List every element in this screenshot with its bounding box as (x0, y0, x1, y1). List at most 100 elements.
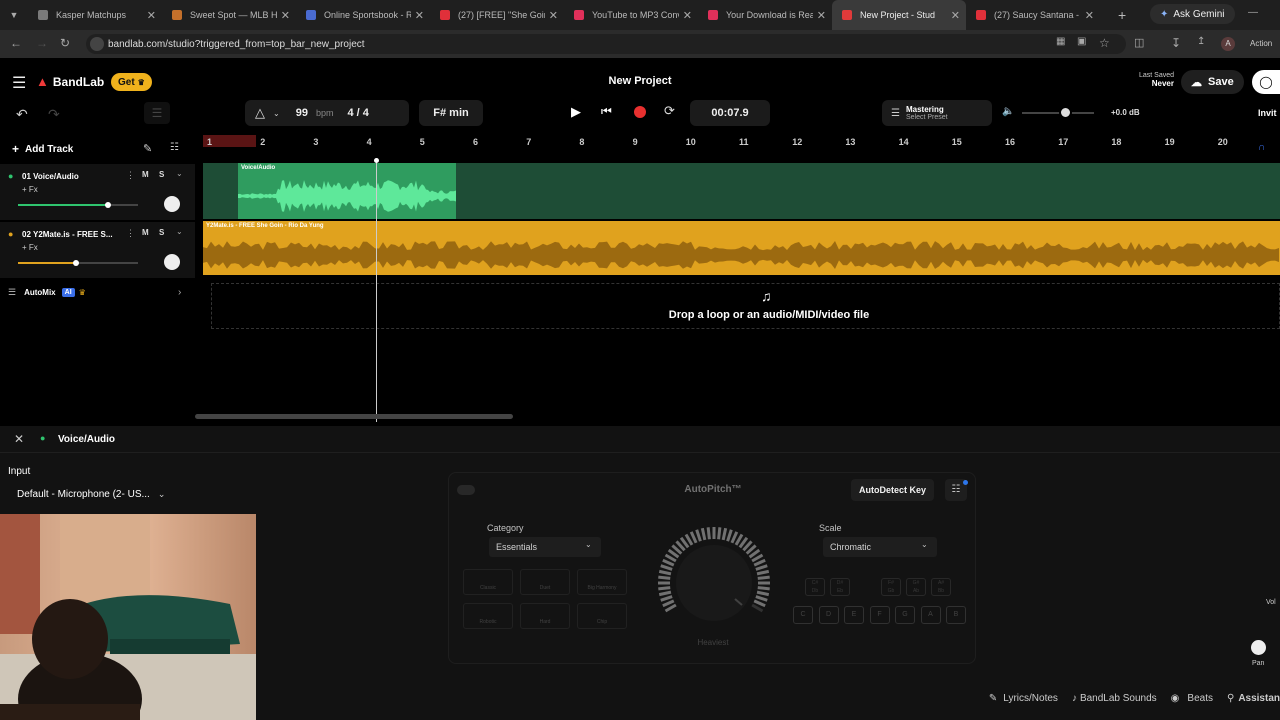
bandlab-logo[interactable]: ▲ BandLab (36, 74, 104, 89)
return-to-start-button[interactable]: ⏮ (601, 104, 612, 119)
audio-clip-voice[interactable]: Voice/Audio (238, 163, 456, 219)
scale-key-button[interactable]: D (818, 606, 839, 624)
drop-zone[interactable]: ♫ Drop a loop or an audio/MIDI/video fil… (211, 283, 1280, 329)
download-icon[interactable]: ↧ (1171, 36, 1181, 50)
scale-dropdown[interactable]: Chromatic ⌄ (823, 537, 937, 557)
metronome-dropdown-icon[interactable]: ⌄ (273, 109, 280, 118)
loop-button[interactable]: ⟳ (664, 103, 675, 119)
volume-knob[interactable] (105, 202, 111, 208)
horizontal-scrollbar[interactable] (195, 414, 513, 419)
scale-key-button[interactable]: F (869, 606, 890, 624)
tab-close-icon[interactable]: ✕ (951, 9, 960, 22)
share-icon[interactable]: ↥ (1197, 36, 1205, 47)
action-menu-label[interactable]: Action (1250, 39, 1272, 48)
browser-tab[interactable]: Online Sportsbook - R ✕ (296, 0, 430, 30)
browser-tab[interactable]: (27) Saucy Santana - (✕ (966, 0, 1100, 30)
pan-knob[interactable] (164, 254, 180, 270)
scale-sharp-key-button[interactable]: C# Db (805, 578, 825, 596)
track-menu-icon[interactable]: ⋮ (126, 170, 135, 181)
redo-icon[interactable]: ↷ (48, 106, 60, 123)
time-signature[interactable]: 4 / 4 (347, 107, 368, 119)
browser-tab[interactable]: Sweet Spot — MLB Hi ✕ (162, 0, 296, 30)
reading-list-icon[interactable]: ▦ (1056, 36, 1065, 47)
browser-tab[interactable]: Your Download is Rea ✕ (698, 0, 832, 30)
tab-close-icon[interactable]: ✕ (281, 9, 290, 22)
add-fx-button[interactable]: + Fx (22, 243, 38, 252)
mastering-button[interactable]: ☰ Mastering Select Preset (882, 100, 992, 126)
browser-tab[interactable]: (27) [FREE] "She Goin' ✕ (430, 0, 564, 30)
track-volume-slider[interactable] (18, 202, 138, 208)
track-lane-2[interactable]: Y2Mate.is - FREE She Goin - Rio Da Yung (203, 221, 1280, 275)
speaker-icon[interactable]: 🔈 (1002, 106, 1014, 117)
effect-preset-button[interactable]: Classic (463, 569, 513, 595)
browser-tab[interactable]: Kasper Matchups ✕ (28, 0, 162, 30)
scale-key-button[interactable]: G (895, 606, 915, 624)
master-volume-slider[interactable] (1022, 106, 1094, 119)
playhead[interactable] (374, 158, 379, 422)
tempo-value[interactable]: 99 (296, 107, 308, 119)
project-title[interactable]: New Project (0, 75, 1280, 87)
menu-icon[interactable]: ☰ (12, 73, 26, 93)
tab-search-icon[interactable]: ▼ (0, 10, 28, 20)
scale-key-button[interactable]: A (920, 606, 941, 624)
effect-preset-button[interactable]: Duet (520, 569, 570, 595)
tab-close-icon[interactable]: ✕ (415, 9, 424, 22)
solo-button[interactable]: S (159, 228, 164, 237)
tab-close-icon[interactable]: ✕ (549, 9, 558, 22)
track-settings-icon[interactable]: ☷ (170, 142, 179, 153)
track-menu-icon[interactable]: ⋮ (126, 228, 135, 239)
timeline-end-marker-icon[interactable]: ∩ (1258, 142, 1265, 153)
autodetect-key-button[interactable]: AutoDetect Key (851, 479, 935, 501)
mute-button[interactable]: M (142, 170, 149, 179)
beats-button[interactable]: ◉ Beats (1171, 693, 1213, 704)
metronome-icon[interactable]: △ (255, 105, 265, 121)
master-volume-knob[interactable] (1059, 106, 1073, 119)
tab-close-icon[interactable]: ✕ (1085, 9, 1094, 22)
track-header-2[interactable]: ● 02 Y2Mate.is - FREE S... + Fx ⋮ M S ⌄ (0, 222, 195, 278)
assistant-button[interactable]: ⚲ Assistan (1227, 693, 1280, 704)
forward-icon[interactable]: → (36, 36, 48, 50)
scale-sharp-key-button[interactable]: F# Gb (881, 578, 901, 596)
automix-row[interactable]: ☰ AutoMix AI ♛ › (0, 282, 195, 302)
site-info-icon[interactable] (90, 37, 104, 51)
url-field[interactable]: bandlab.com/studio?triggered_from=top_ba… (86, 34, 1126, 54)
undo-icon[interactable]: ↶ (16, 106, 28, 123)
track-name[interactable]: 01 Voice/Audio (22, 172, 79, 181)
scale-key-button[interactable]: B (946, 606, 966, 624)
effect-preset-button[interactable]: Chip (577, 603, 627, 629)
track-lane-1[interactable]: Voice/Audio (203, 163, 1280, 219)
play-button[interactable]: ▶ (571, 104, 581, 120)
get-membership-button[interactable]: Get ♛ (111, 73, 152, 91)
tab-close-icon[interactable]: ✕ (683, 9, 692, 22)
scale-sharp-key-button[interactable]: A# Bb (931, 578, 951, 596)
reload-icon[interactable]: ↻ (60, 36, 70, 50)
minimize-icon[interactable]: — (1248, 7, 1258, 18)
scale-key-button[interactable]: E (844, 606, 864, 624)
new-tab-button[interactable]: + (1118, 7, 1126, 23)
track-header-1[interactable]: ● 01 Voice/Audio + Fx ⋮ M S ⌄ (0, 164, 195, 220)
scale-sharp-key-button[interactable]: D# Eb (830, 578, 850, 596)
add-track-button[interactable]: + Add Track (12, 142, 73, 156)
volume-knob[interactable] (72, 260, 79, 266)
browser-tab[interactable]: YouTube to MP3 Conv ✕ (564, 0, 698, 30)
scale-sharp-key-button[interactable]: G# Ab (906, 578, 926, 596)
bookmark-star-icon[interactable]: ☆ (1099, 36, 1110, 50)
add-fx-button[interactable]: + Fx (22, 185, 38, 194)
expand-chevron-icon[interactable]: ⌄ (176, 169, 183, 178)
browser-tab[interactable]: New Project - Stud ✕ (832, 0, 966, 30)
scale-key-button[interactable]: C (793, 606, 813, 624)
ask-gemini-button[interactable]: ✦ Ask Gemini (1150, 4, 1235, 24)
expand-chevron-icon[interactable]: ⌄ (176, 227, 183, 236)
pitch-correction-dial[interactable] (649, 521, 779, 651)
tab-close-icon[interactable]: ✕ (147, 9, 156, 22)
invite-button[interactable]: Invit (1258, 108, 1277, 118)
key-selector[interactable]: F# min (419, 100, 483, 126)
effect-preset-button[interactable]: Big Harmony (577, 569, 627, 595)
save-button[interactable]: ☁ Save (1181, 70, 1244, 94)
mixer-button[interactable]: ☰ (144, 102, 170, 124)
tab-close-icon[interactable]: ✕ (817, 9, 826, 22)
track-volume-slider[interactable] (18, 260, 138, 266)
effect-preset-button[interactable]: Hard (520, 603, 570, 629)
category-dropdown[interactable]: Essentials ⌄ (489, 537, 601, 557)
mute-button[interactable]: M (142, 228, 149, 237)
